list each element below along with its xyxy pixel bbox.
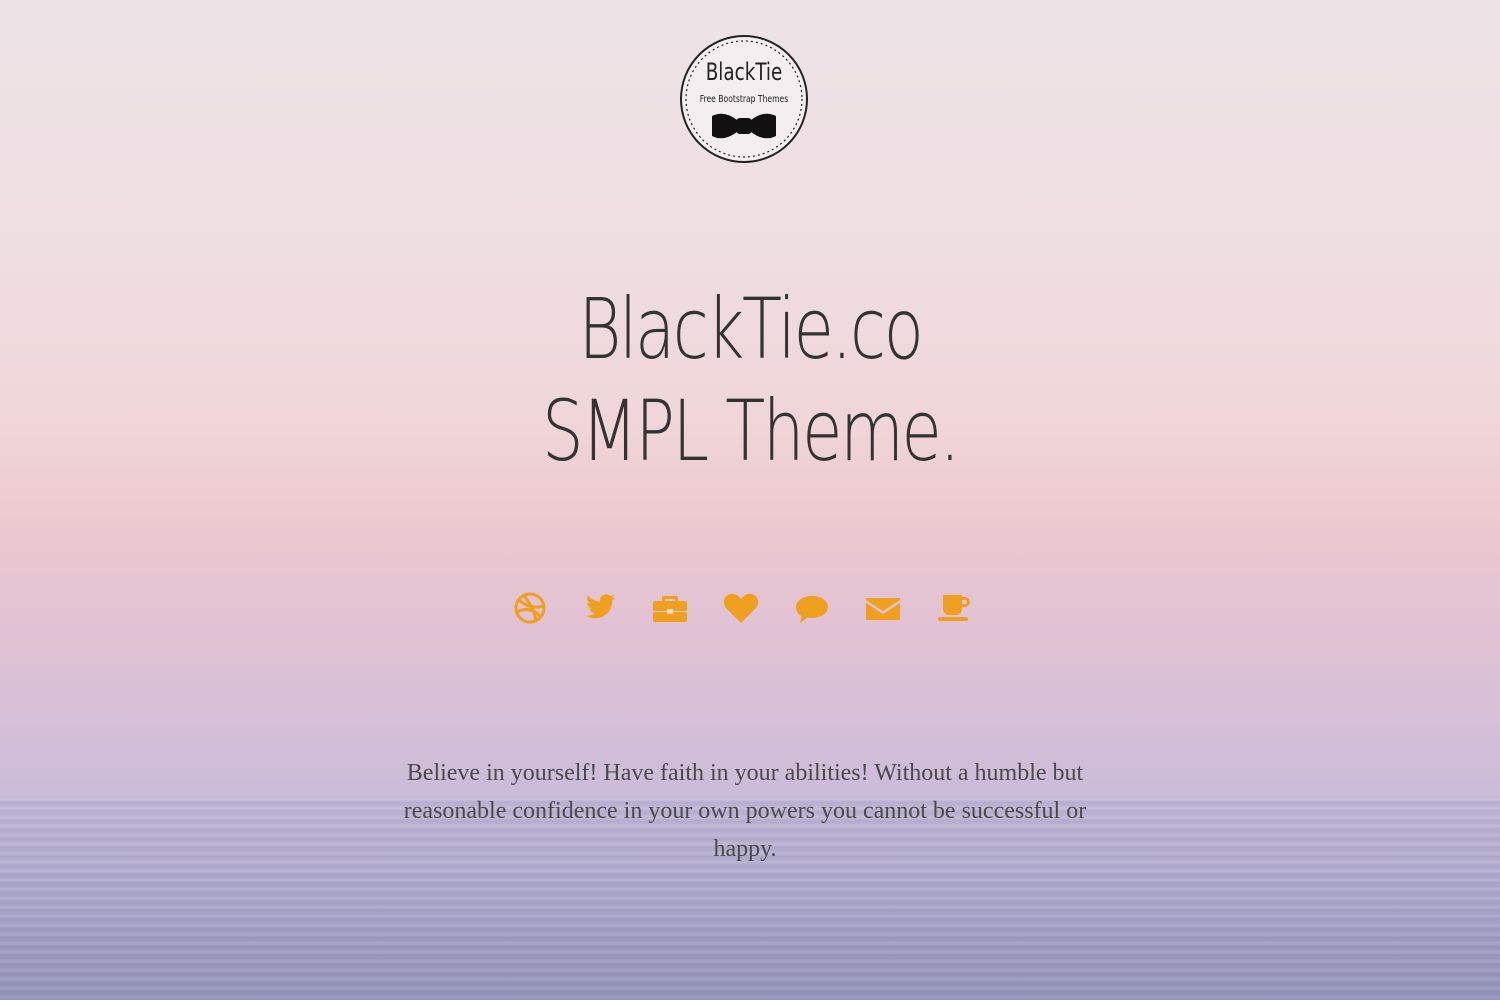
briefcase-icon[interactable] [650,588,690,628]
quote-text: Believe in yourself! Have faith in your … [403,760,1087,862]
comment-icon[interactable] [792,588,832,628]
twitter-icon[interactable] [580,588,620,628]
coffee-icon[interactable] [934,588,974,628]
logo-name: BlackTie [706,58,783,86]
social-icons [510,588,980,628]
logo-tagline: Free Bootstrap Themes [700,93,789,105]
page-title: BlackTie.co SMPL Theme. [0,278,1500,482]
blacktie-logo[interactable]: BlackTie Free Bootstrap Themes [679,34,809,164]
envelope-icon[interactable] [863,588,903,628]
dribbble-icon[interactable] [510,588,550,628]
title-line-1: BlackTie.co [578,280,924,378]
title-line-2: SMPL Theme. [541,382,960,480]
heart-icon[interactable] [721,588,761,628]
